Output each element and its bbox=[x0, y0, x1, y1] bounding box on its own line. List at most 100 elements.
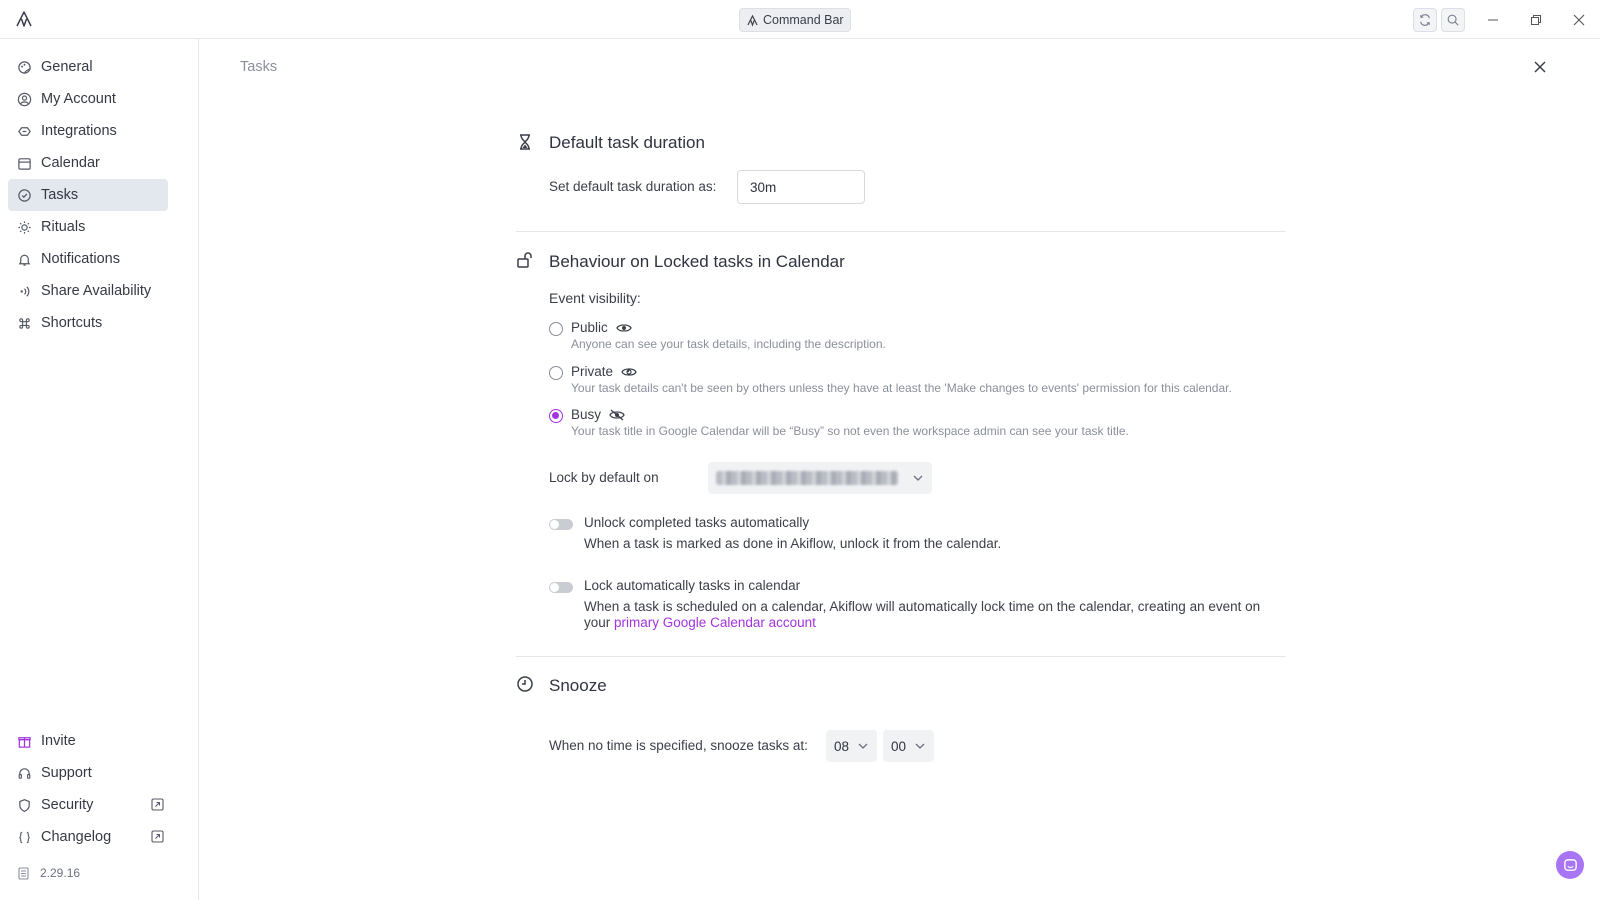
integrations-icon bbox=[17, 124, 32, 139]
sidebar-item-label: Shortcuts bbox=[41, 315, 103, 331]
search-button[interactable] bbox=[1441, 8, 1465, 32]
duration-input[interactable]: 30m bbox=[737, 170, 865, 204]
radio-private[interactable] bbox=[549, 366, 563, 380]
user-circle-icon bbox=[17, 92, 32, 107]
title-bar: Command Bar bbox=[0, 0, 1600, 39]
close-icon bbox=[1573, 14, 1585, 26]
check-circle-icon bbox=[17, 188, 32, 203]
sidebar-item-label: Tasks bbox=[41, 187, 79, 203]
command-icon bbox=[17, 316, 32, 331]
akiflow-logo-icon bbox=[747, 14, 758, 27]
eye-off-icon bbox=[609, 409, 625, 420]
option-description: Anyone can see your task details, includ… bbox=[571, 337, 886, 351]
palette-icon bbox=[17, 60, 32, 75]
sidebar-item-support[interactable]: Support bbox=[8, 757, 168, 789]
snooze-minute-select[interactable]: 00 bbox=[883, 730, 935, 762]
sidebar-item-general[interactable]: General bbox=[8, 51, 168, 83]
chat-icon bbox=[1563, 858, 1577, 871]
snooze-minute-value: 00 bbox=[891, 738, 907, 754]
external-link-icon bbox=[151, 830, 164, 843]
snooze-section-title: Snooze bbox=[549, 676, 607, 695]
chat-support-button[interactable] bbox=[1556, 851, 1584, 879]
radio-busy[interactable] bbox=[549, 409, 563, 423]
command-bar-button[interactable]: Command Bar bbox=[739, 8, 851, 32]
sidebar-item-security[interactable]: Security bbox=[8, 789, 168, 821]
sidebar-item-integrations[interactable]: Integrations bbox=[8, 115, 168, 147]
radio-private-label[interactable]: Private bbox=[571, 364, 637, 379]
divider bbox=[516, 656, 1286, 657]
restore-button[interactable] bbox=[1525, 9, 1547, 31]
auto-lock-desc-prefix: your bbox=[584, 615, 611, 630]
external-link-icon bbox=[151, 798, 164, 811]
search-icon bbox=[1447, 14, 1459, 26]
hourglass-icon bbox=[520, 134, 530, 150]
sidebar-item-changelog[interactable]: Changelog bbox=[8, 821, 168, 853]
sidebar-item-label: Changelog bbox=[41, 829, 112, 845]
shield-icon bbox=[17, 798, 32, 813]
close-window-button[interactable] bbox=[1568, 9, 1590, 31]
close-settings-icon[interactable] bbox=[1532, 59, 1548, 75]
radio-public-label[interactable]: Public bbox=[571, 320, 632, 335]
chevron-down-icon bbox=[858, 743, 868, 749]
sidebar-item-calendar[interactable]: Calendar bbox=[8, 147, 168, 179]
sidebar-item-my-account[interactable]: My Account bbox=[8, 83, 168, 115]
minimize-button[interactable] bbox=[1482, 9, 1504, 31]
radio-busy-label[interactable]: Busy bbox=[571, 407, 625, 422]
sidebar-item-notifications[interactable]: Notifications bbox=[8, 243, 168, 275]
sidebar-item-rituals[interactable]: Rituals bbox=[8, 211, 168, 243]
option-label: Busy bbox=[571, 407, 602, 422]
refresh-icon bbox=[1420, 14, 1430, 26]
sidebar-item-tasks[interactable]: Tasks bbox=[8, 179, 168, 211]
clock-icon bbox=[517, 676, 533, 692]
sidebar-item-label: My Account bbox=[41, 91, 116, 107]
option-label: Private bbox=[571, 364, 614, 379]
bell-icon bbox=[17, 252, 32, 267]
unlock-completed-toggle[interactable] bbox=[549, 519, 573, 530]
sidebar-item-label: Integrations bbox=[41, 123, 117, 139]
settings-main: Tasks Default task duration Set default … bbox=[200, 39, 1600, 900]
sidebar-item-label: Share Availability bbox=[41, 283, 152, 299]
command-bar-label: Command Bar bbox=[763, 13, 844, 27]
snooze-hour-value: 08 bbox=[834, 738, 850, 754]
auto-lock-toggle[interactable] bbox=[549, 582, 573, 593]
auto-lock-description-line2: your primary Google Calendar account bbox=[584, 615, 816, 630]
braces-icon bbox=[17, 830, 32, 845]
version-label: 2.29.16 bbox=[40, 866, 81, 880]
sidebar-item-shortcuts[interactable]: Shortcuts bbox=[8, 307, 168, 339]
lock-calendar-select[interactable] bbox=[708, 462, 932, 494]
lock-default-label: Lock by default on bbox=[549, 470, 659, 485]
sidebar-item-label: General bbox=[41, 59, 93, 75]
app-version: 2.29.16 bbox=[17, 866, 80, 880]
snooze-hour-select[interactable]: 08 bbox=[826, 730, 878, 762]
option-label: Public bbox=[571, 320, 608, 335]
option-description: Your task title in Google Calendar will … bbox=[571, 424, 1129, 438]
eye-half-icon bbox=[621, 367, 637, 376]
broadcast-icon bbox=[17, 284, 32, 299]
sidebar-item-label: Notifications bbox=[41, 251, 120, 267]
gift-icon bbox=[17, 734, 32, 749]
restore-icon bbox=[1531, 15, 1541, 25]
akiflow-logo-icon[interactable] bbox=[14, 9, 34, 29]
document-icon bbox=[18, 866, 29, 880]
unlock-completed-title: Unlock completed tasks automatically bbox=[584, 515, 810, 530]
unlock-icon bbox=[517, 252, 532, 268]
sidebar-item-label: Support bbox=[41, 765, 92, 781]
auto-lock-description: When a task is scheduled on a calendar, … bbox=[584, 599, 1261, 614]
sidebar-item-invite[interactable]: Invite bbox=[8, 725, 168, 757]
option-description: Your task details can't be seen by other… bbox=[571, 381, 1232, 395]
headset-icon bbox=[17, 766, 32, 781]
breadcrumb: Tasks bbox=[240, 59, 278, 75]
minimize-icon bbox=[1488, 19, 1498, 21]
sidebar-item-share-availability[interactable]: Share Availability bbox=[8, 275, 168, 307]
snooze-label: When no time is specified, snooze tasks … bbox=[549, 738, 808, 753]
radio-public[interactable] bbox=[549, 322, 563, 336]
sync-button[interactable] bbox=[1413, 8, 1437, 32]
sidebar-item-label: Security bbox=[41, 797, 94, 813]
sidebar-item-label: Rituals bbox=[41, 219, 86, 235]
primary-calendar-link[interactable]: primary Google Calendar account bbox=[614, 615, 816, 630]
chevron-down-icon bbox=[915, 743, 925, 749]
auto-lock-title: Lock automatically tasks in calendar bbox=[584, 578, 801, 593]
calendar-icon bbox=[17, 156, 32, 171]
settings-sidebar: General My Account Integrations Calendar… bbox=[0, 39, 199, 900]
unlock-completed-description: When a task is marked as done in Akiflow… bbox=[584, 536, 1002, 551]
